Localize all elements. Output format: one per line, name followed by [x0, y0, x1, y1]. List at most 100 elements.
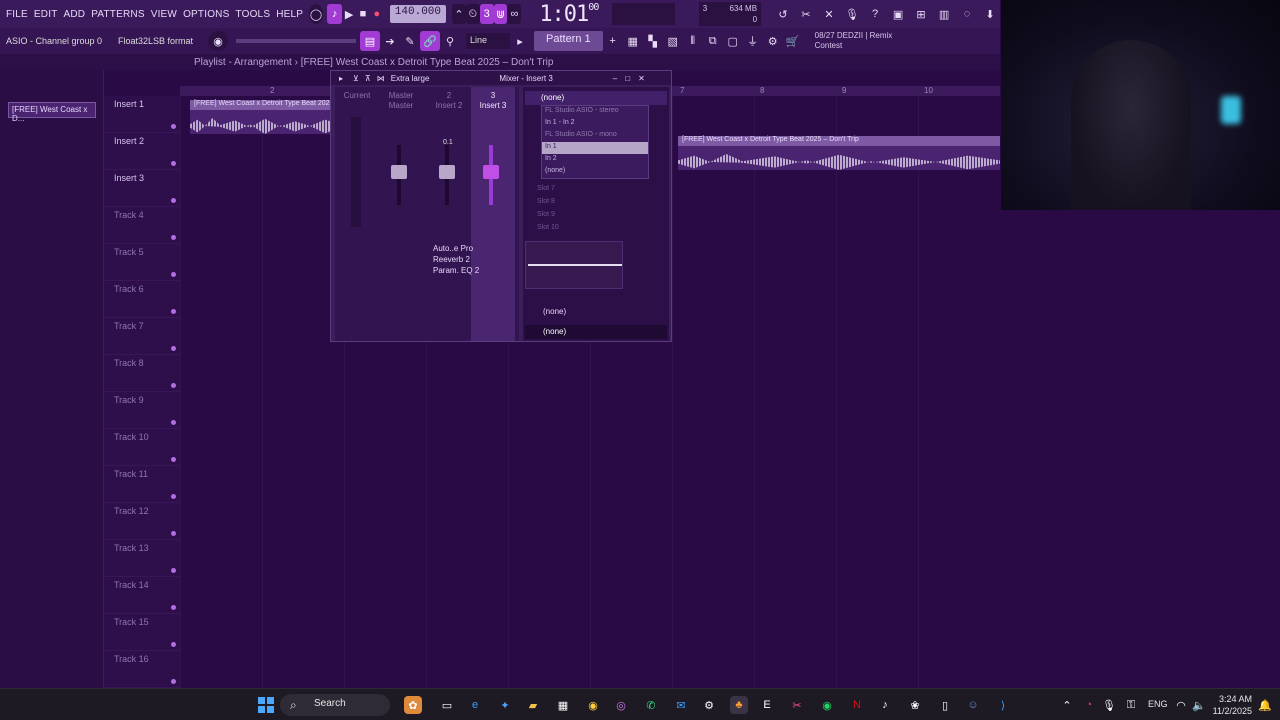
undo-icon[interactable]: ↺	[773, 4, 793, 24]
fl-studio-icon[interactable]: ♣	[730, 696, 748, 714]
playlist-view-icon[interactable]: ▤	[360, 31, 380, 51]
taskbar-search[interactable]: ⌕ Search	[280, 694, 390, 716]
mixer-tool-icon[interactable]: ⊻	[353, 74, 359, 83]
track-header[interactable]: Track 15	[104, 614, 180, 651]
dropdown-option[interactable]: In 2	[542, 154, 648, 166]
spotify-icon[interactable]: ◉	[818, 696, 836, 714]
track-header[interactable]: Track 8	[104, 355, 180, 392]
pattern-selector[interactable]: Pattern 1	[534, 31, 603, 51]
master-volume-knob-icon[interactable]: ◯	[309, 4, 323, 24]
menu-view[interactable]: VIEW	[151, 9, 177, 20]
pencil-icon[interactable]: ✎	[400, 31, 420, 51]
vscode-icon[interactable]: ⟩	[994, 696, 1012, 714]
discord-icon[interactable]: ☺	[964, 696, 982, 714]
tools-icon[interactable]: ⚙	[763, 31, 783, 51]
mixer-tool-icon[interactable]: ⊼	[365, 74, 371, 83]
input-selector[interactable]: (none)	[525, 91, 667, 105]
master-pitch-slider[interactable]	[236, 39, 356, 43]
track-header[interactable]: Track 9	[104, 392, 180, 429]
track-header[interactable]: Track 6	[104, 281, 180, 318]
song-pattern-toggle-icon[interactable]: ♪	[326, 4, 343, 24]
plugin-icon[interactable]: ⧉	[703, 31, 723, 51]
track-header[interactable]: Insert 3	[104, 170, 180, 207]
time-display[interactable]: 1:0100	[539, 2, 599, 27]
menu-help[interactable]: HELP	[276, 9, 303, 20]
windows-start-icon[interactable]	[258, 697, 274, 713]
chatgpt-icon[interactable]: ❀	[906, 696, 924, 714]
volume-icon[interactable]: 🔈	[1190, 696, 1208, 714]
track-header[interactable]: Track 5	[104, 244, 180, 281]
copilot-icon[interactable]: ✦	[496, 696, 514, 714]
mic-tray-icon[interactable]: 🎙	[1100, 696, 1118, 714]
store-icon[interactable]: ▦	[554, 696, 572, 714]
menu-file[interactable]: FILE	[6, 9, 28, 20]
add-pattern-icon[interactable]: +	[603, 31, 623, 51]
settings-icon[interactable]: ⚙	[700, 696, 718, 714]
file-explorer-icon[interactable]: ▰	[524, 696, 542, 714]
fx-item[interactable]: Auto..e Pro	[433, 243, 479, 254]
eq-display[interactable]	[525, 241, 623, 289]
language-indicator[interactable]: ENG	[1148, 699, 1168, 709]
fx-item[interactable]: Reeverb 2	[433, 254, 479, 265]
track-header[interactable]: Track 10	[104, 429, 180, 466]
chat-icon[interactable]: ◌	[957, 4, 977, 24]
browser-icon[interactable]: ✕	[819, 4, 839, 24]
dropdown-option[interactable]: In 1	[542, 142, 648, 154]
loop-record-icon[interactable]: ∞	[507, 4, 522, 24]
tray-app-icon[interactable]: ◔	[1080, 696, 1098, 714]
play-icon[interactable]: ▶	[342, 4, 356, 24]
track-header[interactable]: Track 4	[104, 207, 180, 244]
fx-slot[interactable]: Slot 7	[537, 185, 555, 192]
fx-slot[interactable]: Slot 9	[537, 211, 555, 218]
chrome-icon[interactable]: ◉	[584, 696, 602, 714]
playlist-icon[interactable]: ▦	[623, 31, 643, 51]
pattern-arrow-icon[interactable]: ▸	[510, 31, 530, 51]
fx-item[interactable]: Param. EQ 2	[433, 265, 479, 276]
piano-icon[interactable]: ▥	[934, 4, 954, 24]
mixer-strip-current[interactable]: Current	[335, 87, 379, 341]
task-view-icon[interactable]: ▭	[438, 696, 456, 714]
stamp-icon[interactable]: ⚲	[440, 31, 460, 51]
widget-icon[interactable]: ✿	[404, 696, 422, 714]
shop-icon[interactable]: 🛒	[783, 31, 803, 51]
audio-clip[interactable]: [FREE] West Coast x Detroit Type Beat 20…	[678, 136, 1000, 170]
mixer-view-icon[interactable]: ⫴	[683, 31, 703, 51]
mixer-view-label[interactable]: Extra large	[391, 74, 430, 83]
output-selector[interactable]: (none)	[525, 325, 667, 339]
mixer-titlebar[interactable]: ▸ ⊻ ⊼ ⋈ Extra large Mixer - Insert 3 – □…	[331, 71, 671, 85]
netflix-icon[interactable]: N	[848, 696, 866, 714]
picker-audio-clip[interactable]: [FREE] West Coast x D...	[8, 102, 96, 123]
capcut-icon[interactable]: ✂	[788, 696, 806, 714]
track-header[interactable]: Track 12	[104, 503, 180, 540]
system-clock[interactable]: 3:24 AM 11/2/2025	[1212, 693, 1252, 717]
mixer-strip-insert-2[interactable]: 2 Insert 2 0.1	[427, 87, 471, 341]
channel-rack-icon[interactable]: ▚	[643, 31, 663, 51]
record-icon[interactable]: ●	[370, 4, 384, 24]
track-header[interactable]: Insert 1	[104, 96, 180, 133]
link-icon[interactable]: 🔗	[420, 31, 440, 51]
countdown-icon[interactable]: 3	[479, 4, 494, 24]
mixer-strip-master[interactable]: Master Master	[379, 87, 423, 341]
mixer-tool-icon[interactable]: ⋈	[377, 74, 385, 83]
help-icon[interactable]: ?	[865, 4, 885, 24]
tiktok-icon[interactable]: ♪	[876, 696, 894, 714]
output-selector[interactable]: (none)	[525, 305, 667, 319]
notification-bell-icon[interactable]: 🔔	[1256, 696, 1274, 714]
fx-slot[interactable]: Slot 10	[537, 224, 559, 231]
tray-chevron-icon[interactable]: ⌃	[1058, 696, 1076, 714]
mic-icon[interactable]: 🎙	[842, 4, 862, 24]
browser-view-icon[interactable]: ▢	[723, 31, 743, 51]
outlook-icon[interactable]: ✉	[672, 696, 690, 714]
close-icon[interactable]: ✕	[638, 74, 645, 83]
mixer-menu-icon[interactable]: ▸	[339, 74, 343, 83]
news-panel[interactable]: 08/27 DEDZII | Remix Contest	[815, 31, 893, 51]
plug-icon[interactable]: ⏚	[743, 31, 763, 51]
pitch-knob-icon[interactable]: ◉	[208, 31, 228, 51]
step-edit-icon[interactable]: ⋓	[493, 4, 508, 24]
wait-input-icon[interactable]: ⏲	[465, 4, 480, 24]
mixer-strip-insert-3[interactable]: 3 Insert 3	[471, 87, 515, 341]
edge-icon[interactable]: e	[466, 696, 484, 714]
fx-slot[interactable]: Slot 8	[537, 198, 555, 205]
track-header[interactable]: Track 14	[104, 577, 180, 614]
stop-icon[interactable]: ■	[356, 4, 370, 24]
